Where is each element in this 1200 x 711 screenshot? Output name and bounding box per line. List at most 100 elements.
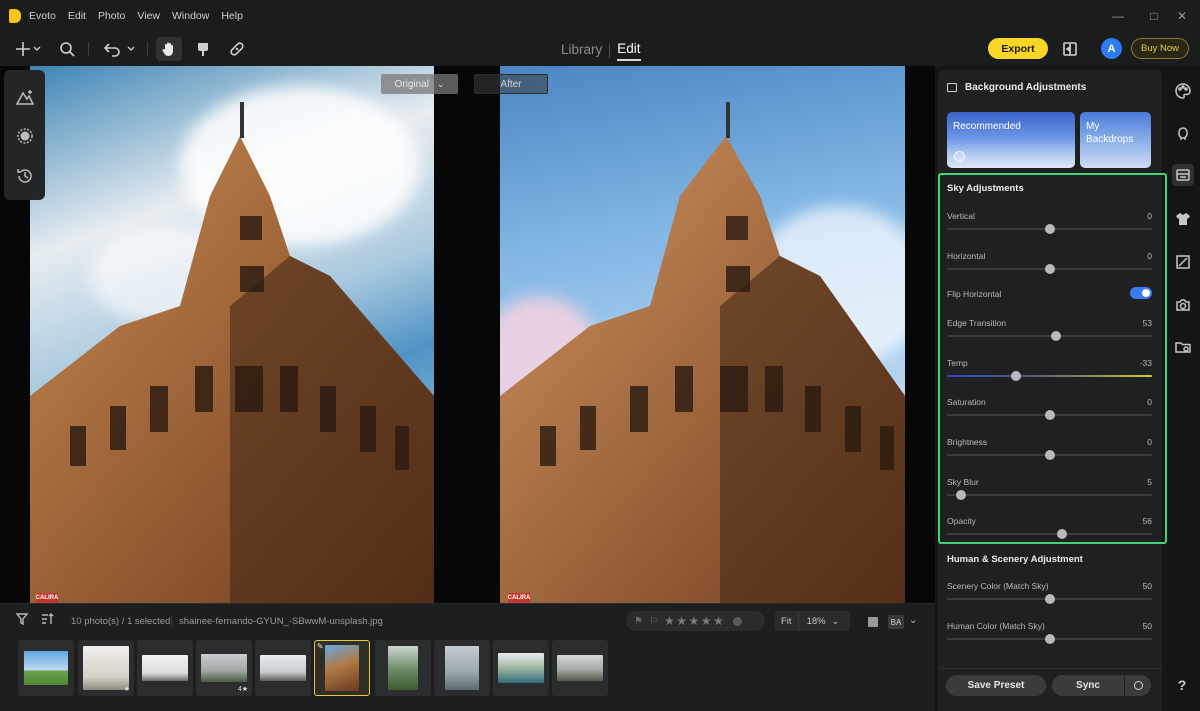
color-label-icon[interactable]: [733, 616, 743, 626]
slider-handle[interactable]: [1044, 594, 1055, 604]
brightness-slider[interactable]: Brightness 0: [947, 437, 1152, 467]
star-icon[interactable]: ★: [688, 614, 699, 628]
slider-handle[interactable]: [1044, 450, 1055, 460]
background-tool-button[interactable]: [1172, 164, 1194, 186]
single-view-icon[interactable]: [868, 617, 878, 627]
thumbnail[interactable]: [552, 640, 608, 696]
my-backdrops-card[interactable]: My Backdrops: [1080, 112, 1151, 168]
menu-help[interactable]: Help: [221, 10, 243, 22]
thumbnail-selected[interactable]: ✎: [314, 640, 370, 696]
vertical-slider[interactable]: Vertical 0: [947, 211, 1152, 241]
close-icon[interactable]: ✕: [1164, 0, 1200, 32]
star-icon[interactable]: ★: [701, 614, 712, 628]
shirt-icon: [1176, 213, 1190, 225]
saturation-slider[interactable]: Saturation 0: [947, 397, 1152, 427]
slider-handle[interactable]: [956, 490, 967, 500]
thumbnail[interactable]: [375, 640, 431, 696]
minimize-icon[interactable]: —: [1100, 0, 1136, 32]
hand-tool-button[interactable]: [156, 37, 182, 61]
horizontal-slider[interactable]: Horizontal 0: [947, 251, 1152, 281]
flip-horizontal-toggle[interactable]: [1130, 287, 1152, 299]
sync-options-button[interactable]: [1125, 675, 1151, 696]
portrait-tool-button[interactable]: [14, 86, 35, 107]
menu-edit[interactable]: Edit: [68, 10, 86, 22]
sync-button[interactable]: Sync: [1052, 675, 1124, 696]
slider-track[interactable]: [947, 494, 1152, 496]
filter-button[interactable]: [15, 613, 29, 628]
chevron-down-icon: [954, 151, 965, 162]
thumbnail[interactable]: [434, 640, 490, 696]
current-filename: shainee-fernando-GYUN_-SBwwM-unsplash.jp…: [179, 616, 383, 627]
star-icon[interactable]: ★: [676, 614, 687, 628]
thumbnail[interactable]: [137, 640, 193, 696]
chevron-down-icon: ⌄: [831, 615, 840, 626]
flag-icon[interactable]: ⚑: [634, 616, 643, 627]
thumbnail[interactable]: [493, 640, 549, 696]
card-label: Recommended: [953, 121, 1021, 132]
scenery-color-slider[interactable]: Scenery Color (Match Sky) 50: [947, 581, 1152, 611]
slider-track[interactable]: [947, 335, 1152, 337]
tab-library[interactable]: Library: [561, 41, 602, 60]
slider-handle[interactable]: [1044, 264, 1055, 274]
add-button[interactable]: [10, 37, 46, 61]
thumbnail[interactable]: 4★: [196, 640, 252, 696]
slider-handle[interactable]: [1050, 331, 1061, 341]
thumbnail[interactable]: ★: [78, 640, 134, 696]
star-icon[interactable]: ★: [664, 614, 675, 628]
camera-tool-button[interactable]: [1172, 294, 1194, 316]
folder-icon: [1175, 342, 1191, 353]
chevron-down-icon[interactable]: ⌄: [909, 615, 917, 626]
sort-button[interactable]: [41, 613, 55, 628]
crop-tool-button[interactable]: [1172, 251, 1194, 273]
tab-edit[interactable]: Edit: [617, 40, 641, 61]
mask-tool-button[interactable]: [14, 125, 35, 146]
thumbnail[interactable]: [18, 640, 74, 696]
batch-folder-button[interactable]: [1172, 336, 1194, 358]
edited-icon: ✎: [317, 642, 324, 651]
menu-window[interactable]: Window: [172, 10, 209, 22]
search-icon: [60, 42, 75, 57]
slider-handle[interactable]: [1044, 634, 1055, 644]
photo-canvas[interactable]: Original ⌄ After CALIRA CALIRA i: [0, 66, 935, 603]
brush-tool-button[interactable]: [192, 37, 214, 61]
history-button[interactable]: [14, 165, 35, 186]
export-button[interactable]: Export: [988, 38, 1048, 59]
avatar[interactable]: A: [1101, 38, 1122, 59]
search-button[interactable]: [56, 37, 78, 61]
slider-track[interactable]: [947, 375, 1152, 377]
sky-blur-slider[interactable]: Sky Blur 5: [947, 477, 1152, 507]
star-icon[interactable]: ★: [713, 614, 724, 628]
thumbnail[interactable]: [255, 640, 311, 696]
slider-handle[interactable]: [1044, 410, 1055, 420]
temp-slider[interactable]: Temp -33: [947, 358, 1152, 388]
healing-tool-button[interactable]: [226, 37, 248, 61]
divider: [171, 616, 172, 627]
human-color-slider[interactable]: Human Color (Match Sky) 50: [947, 621, 1152, 651]
zoom-fit-button[interactable]: Fit: [775, 611, 799, 631]
reject-flag-icon[interactable]: ⚐: [649, 616, 658, 627]
save-preset-button[interactable]: Save Preset: [946, 675, 1046, 696]
clothing-tool-button[interactable]: [1172, 208, 1194, 230]
before-after-view-button[interactable]: BA: [888, 615, 904, 629]
original-dropdown[interactable]: Original ⌄: [381, 74, 458, 94]
opacity-slider[interactable]: Opacity 56: [947, 516, 1152, 546]
slider-handle[interactable]: [1010, 371, 1021, 381]
color-tool-button[interactable]: [1172, 80, 1194, 102]
face-tool-button[interactable]: [1172, 122, 1194, 144]
help-icon[interactable]: ?: [1174, 677, 1190, 693]
slider-handle[interactable]: [1056, 529, 1067, 539]
card-label: My Backdrops: [1086, 121, 1134, 145]
buy-now-button[interactable]: Buy Now: [1131, 38, 1189, 59]
compare-panel-button[interactable]: [1060, 37, 1080, 61]
slider-handle[interactable]: [1044, 224, 1055, 234]
menu-photo[interactable]: Photo: [98, 10, 125, 22]
recommended-backdrops-card[interactable]: Recommended: [947, 112, 1075, 168]
slider-track[interactable]: [947, 533, 1152, 535]
panel-title: Background Adjustments: [947, 82, 1086, 93]
add-icon: [16, 42, 41, 56]
zoom-control[interactable]: Fit 18% ⌄: [775, 611, 850, 631]
edge-transition-slider[interactable]: Edge Transition 53: [947, 318, 1152, 348]
building-illustration: [30, 102, 434, 603]
undo-button[interactable]: [100, 37, 140, 61]
menu-view[interactable]: View: [137, 10, 160, 22]
